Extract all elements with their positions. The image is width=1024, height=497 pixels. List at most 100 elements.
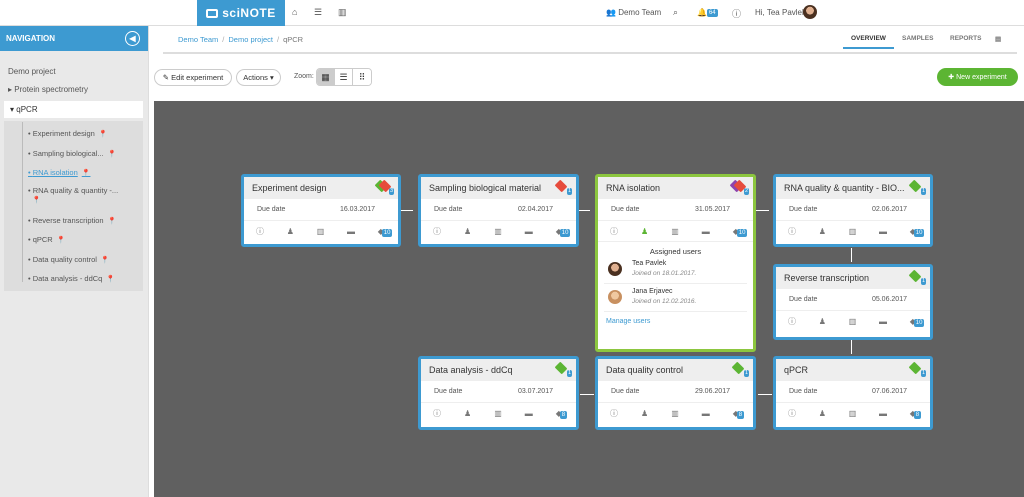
collapse-sidebar-icon[interactable]: ◀ xyxy=(125,31,140,46)
samples-icon[interactable]: ◆ 10 xyxy=(910,317,925,327)
nav-task[interactable]: • Data quality control 📍 xyxy=(28,255,110,264)
nav-task[interactable]: • qPCR 📍 xyxy=(28,235,65,244)
edit-experiment-button[interactable]: ✎ Edit experiment xyxy=(154,69,232,86)
home-icon[interactable]: ⌂ xyxy=(292,7,297,17)
search-icon[interactable]: ⌕ xyxy=(673,7,678,18)
activity-icon[interactable]: ▥ xyxy=(338,7,347,18)
scinote-logo[interactable]: sciNOTE xyxy=(197,0,285,26)
info-icon[interactable]: ⓘ xyxy=(433,408,441,419)
tags-icon[interactable]: 1 xyxy=(729,361,749,377)
info-icon[interactable]: ⓘ xyxy=(610,408,618,419)
user-icon[interactable]: ♟ xyxy=(819,409,826,418)
tab-samples[interactable]: SAMPLES xyxy=(894,30,941,47)
samples-icon[interactable]: ◆ 8 xyxy=(733,409,745,419)
user-icon[interactable]: ♟ xyxy=(819,317,826,326)
comment-icon[interactable]: ▬ xyxy=(525,409,533,418)
results-icon[interactable]: ▥ xyxy=(317,227,325,236)
comment-icon[interactable]: ▬ xyxy=(702,227,710,236)
avatar xyxy=(608,262,622,276)
tags-icon[interactable]: 1 xyxy=(906,361,926,377)
archive-icon[interactable]: ▤ xyxy=(987,30,1009,48)
comment-icon[interactable]: ▬ xyxy=(347,227,355,236)
info-icon[interactable]: ⓘ xyxy=(788,408,796,419)
tab-overview[interactable]: OVERVIEW xyxy=(843,30,894,49)
tags-icon[interactable]: 1 xyxy=(906,269,926,285)
user-greeting[interactable]: Hi, Tea Pavlek xyxy=(755,8,806,17)
samples-icon[interactable]: ◆ 8 xyxy=(556,409,568,419)
user-icon[interactable]: ♟ xyxy=(641,409,648,418)
breadcrumb-current: qPCR xyxy=(283,35,304,44)
samples-icon[interactable]: ◆ 10 xyxy=(910,227,925,237)
results-icon[interactable]: ▥ xyxy=(849,317,857,326)
comment-icon[interactable]: ▬ xyxy=(879,409,887,418)
zoom-list-button[interactable]: ☰ xyxy=(335,69,353,85)
results-icon[interactable]: ▥ xyxy=(494,409,502,418)
samples-icon[interactable]: ◆ 10 xyxy=(733,227,748,237)
notifications-button[interactable]: 🔔 64 xyxy=(697,8,718,17)
comment-icon[interactable]: ▬ xyxy=(879,317,887,326)
results-icon[interactable]: ▥ xyxy=(494,227,502,236)
comment-icon[interactable]: ▬ xyxy=(525,227,533,236)
tag-green xyxy=(731,361,745,375)
nav-project[interactable]: Demo project xyxy=(8,67,56,76)
task-card[interactable]: qPCR 1 Due date 07.06.2017 ⓘ ♟ ▥ ▬ ◆ 8 xyxy=(773,356,933,430)
tag-green xyxy=(908,179,922,193)
nav-task-active[interactable]: • RNA isolation 📍 xyxy=(28,168,90,177)
task-card[interactable]: Data analysis - ddCq 1 Due date 03.07.201… xyxy=(418,356,579,430)
results-icon[interactable]: ▥ xyxy=(849,227,857,236)
samples-count: 10 xyxy=(913,228,925,237)
due-label: Due date xyxy=(789,296,818,303)
info-icon[interactable]: ⓘ xyxy=(610,226,618,237)
nav-experiment-protein[interactable]: ▸ Protein spectrometry xyxy=(8,85,88,94)
samples-icon[interactable]: ◆ 8 xyxy=(910,409,922,419)
user-icon[interactable]: ♟ xyxy=(464,227,471,236)
team-selector[interactable]: 👥 Demo Team xyxy=(606,8,661,17)
user-icon[interactable]: ♟ xyxy=(287,227,294,236)
manage-users-link[interactable]: Manage users xyxy=(598,312,753,331)
results-icon[interactable]: ▥ xyxy=(849,409,857,418)
task-card[interactable]: Data quality control 1 Due date 29.06.201… xyxy=(595,356,756,430)
nav-task[interactable]: • Experiment design 📍 xyxy=(28,129,108,138)
task-card[interactable]: Experiment design 3 Due date 16.03.2017 ⓘ… xyxy=(241,174,401,247)
info-icon[interactable]: ⓘ xyxy=(732,7,741,20)
pin-icon: 📍 xyxy=(56,237,66,244)
connector-arrow xyxy=(399,210,413,211)
user-icon[interactable]: ♟ xyxy=(819,227,826,236)
info-icon[interactable]: ⓘ xyxy=(788,316,796,327)
avatar[interactable] xyxy=(803,5,817,19)
samples-icon[interactable]: ◆ 10 xyxy=(556,227,571,237)
info-icon[interactable]: ⓘ xyxy=(788,226,796,237)
info-icon[interactable]: ⓘ xyxy=(256,226,264,237)
comment-icon[interactable]: ▬ xyxy=(702,409,710,418)
tab-reports[interactable]: REPORTS xyxy=(942,30,989,47)
comment-icon[interactable]: ▬ xyxy=(879,227,887,236)
tags-icon[interactable]: 3 xyxy=(374,179,394,195)
samples-icon[interactable]: ◆ 10 xyxy=(378,227,393,237)
info-icon[interactable]: ⓘ xyxy=(433,226,441,237)
breadcrumb-project[interactable]: Demo project xyxy=(228,35,273,44)
list-icon[interactable]: ☰ xyxy=(314,7,322,18)
new-experiment-button[interactable]: ✚ New experiment xyxy=(937,68,1018,86)
user-icon[interactable]: ♟ xyxy=(464,409,471,418)
user-icon[interactable]: ♟ xyxy=(641,227,648,236)
nav-task[interactable]: • RNA quality & quantity -... 📍 xyxy=(28,186,118,204)
zoom-large-cards-button[interactable]: ▦ xyxy=(317,69,335,85)
results-icon[interactable]: ▥ xyxy=(671,409,679,418)
task-card[interactable]: RNA quality & quantity - BIO... 1 Due da… xyxy=(773,174,933,247)
task-card[interactable]: Sampling biological material 1 Due date 0… xyxy=(418,174,579,247)
actions-button[interactable]: Actions ▾ xyxy=(236,69,281,86)
nav-task[interactable]: • Reverse transcription 📍 xyxy=(28,216,116,225)
nav-experiment-qpcr[interactable]: ▾ qPCR xyxy=(4,101,143,118)
tags-icon[interactable]: 1 xyxy=(552,361,572,377)
nav-task[interactable]: • Sampling biological... 📍 xyxy=(28,149,116,158)
user-name: Tea Pavlek xyxy=(632,260,667,267)
nav-task[interactable]: • Data analysis - ddCq 📍 xyxy=(28,274,115,283)
tags-icon[interactable]: 1 xyxy=(552,179,572,195)
tags-icon[interactable]: 2 xyxy=(729,179,749,195)
zoom-small-grid-button[interactable]: ⠿ xyxy=(353,69,371,85)
results-icon[interactable]: ▥ xyxy=(671,227,679,236)
breadcrumb-team[interactable]: Demo Team xyxy=(178,35,218,44)
tags-icon[interactable]: 1 xyxy=(906,179,926,195)
task-card[interactable]: Reverse transcription 1 Due date 05.06.20… xyxy=(773,264,933,340)
task-card-selected[interactable]: RNA isolation 2 Due date 31.05.2017 ⓘ ♟ ▥ ▬ ◆… xyxy=(595,174,756,352)
